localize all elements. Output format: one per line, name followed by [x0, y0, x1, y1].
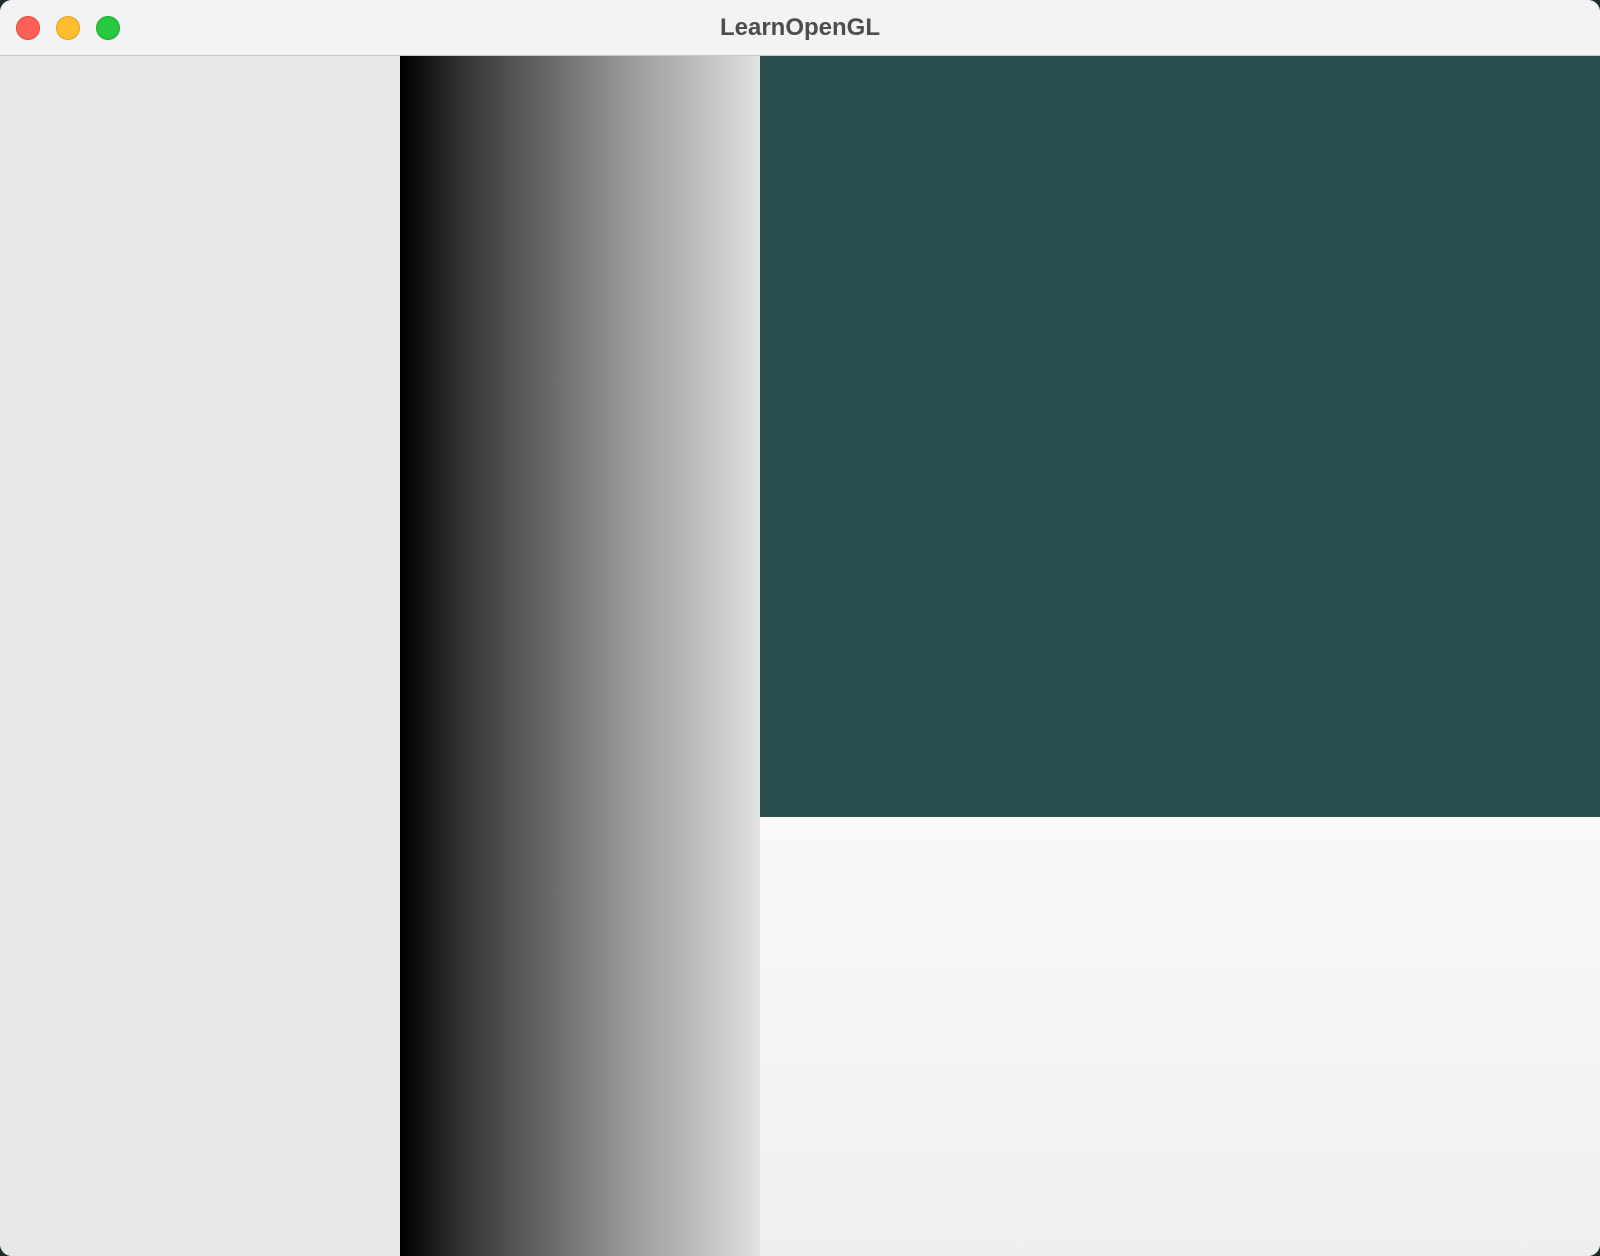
light-gray-panel	[0, 56, 400, 1256]
title-bar[interactable]: LearnOpenGL	[0, 0, 1600, 56]
app-window: LearnOpenGL	[0, 0, 1600, 1256]
dark-teal-panel	[760, 56, 1600, 817]
opengl-viewport[interactable]	[0, 56, 1600, 1256]
window-title: LearnOpenGL	[719, 14, 881, 41]
black-to-white-gradient-panel	[400, 56, 760, 1256]
off-white-panel	[760, 817, 1600, 1256]
